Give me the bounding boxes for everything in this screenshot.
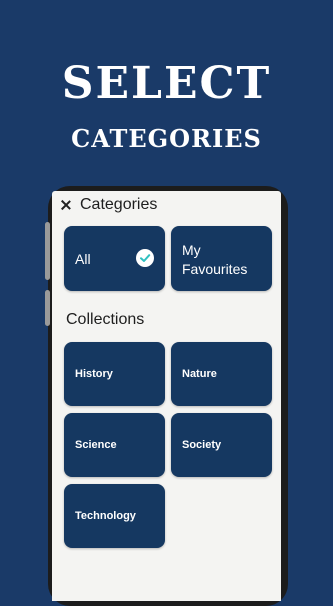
promo-headline: SELECT bbox=[61, 58, 272, 109]
app-topbar: Categories bbox=[52, 191, 281, 219]
favourites-label-line1: My bbox=[182, 242, 201, 258]
collection-tile-technology[interactable]: Technology bbox=[64, 484, 165, 548]
collection-tile-label: Science bbox=[75, 439, 117, 451]
collections-heading: Collections bbox=[66, 311, 145, 328]
category-tile-favourites[interactable]: My Favourites bbox=[171, 226, 272, 291]
page-title: Categories bbox=[80, 196, 158, 213]
promo-subheadline: CATEGORIES bbox=[71, 124, 262, 153]
collection-tile-nature[interactable]: Nature bbox=[171, 342, 272, 406]
collection-tile-label: Technology bbox=[75, 510, 136, 522]
favourites-label-line2: Favourites bbox=[182, 261, 248, 277]
collection-tile-science[interactable]: Science bbox=[64, 413, 165, 477]
phone-volume-button bbox=[45, 222, 50, 280]
collection-tile-label: Nature bbox=[182, 368, 217, 380]
app-screen: Categories All My Favourites Collections… bbox=[52, 191, 281, 601]
category-tile-all[interactable]: All bbox=[64, 226, 165, 291]
category-tile-label: All bbox=[75, 251, 91, 267]
category-tile-label: My Favourites bbox=[182, 241, 247, 279]
close-icon[interactable] bbox=[59, 198, 73, 212]
collection-tile-label: History bbox=[75, 368, 113, 380]
collection-tile-history[interactable]: History bbox=[64, 342, 165, 406]
check-circle-icon bbox=[136, 249, 154, 267]
collection-tile-label: Society bbox=[182, 439, 222, 451]
phone-power-button bbox=[45, 290, 50, 326]
collection-tile-society[interactable]: Society bbox=[171, 413, 272, 477]
